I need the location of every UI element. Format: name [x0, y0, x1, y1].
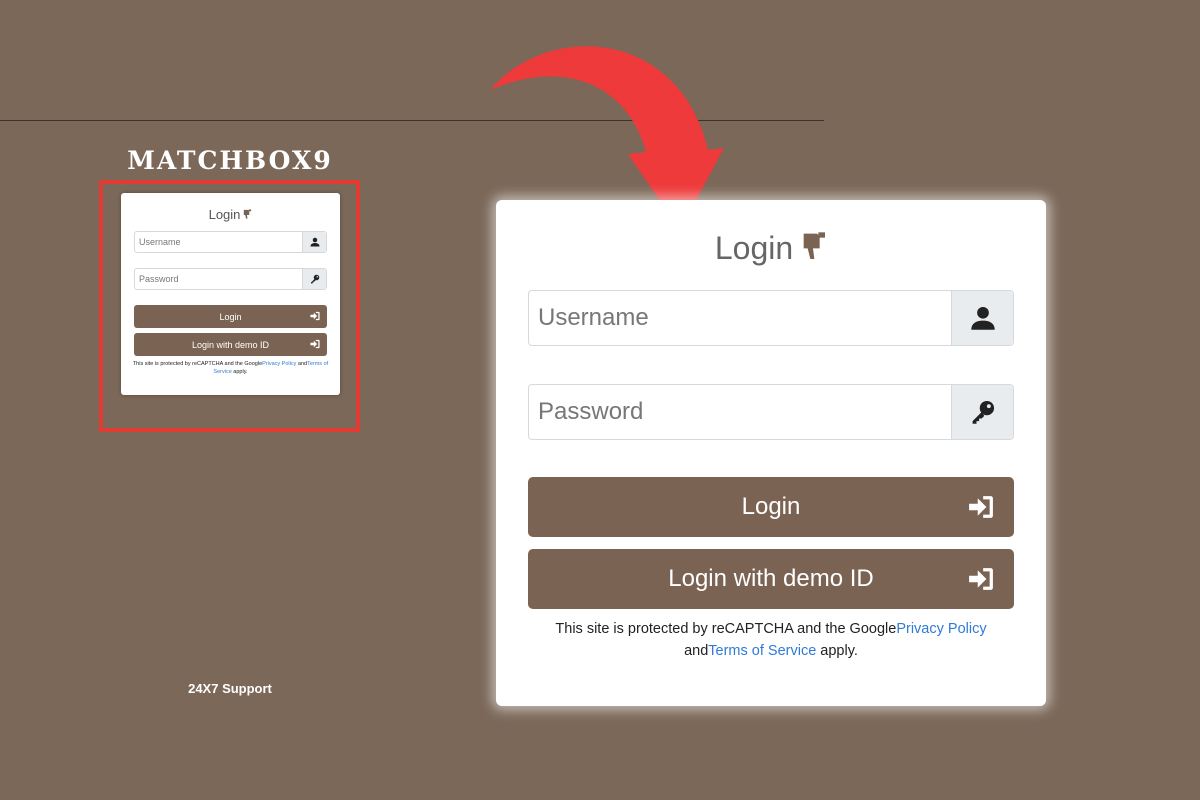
mini-username-addon — [302, 232, 326, 252]
login-title: Login — [496, 230, 1046, 267]
mini-login-button-label: Login — [219, 311, 242, 322]
mini-login-button[interactable]: Login — [134, 305, 327, 328]
mini-username-placeholder: Username — [139, 237, 181, 247]
username-addon — [951, 291, 1013, 345]
thumbs-down-icon — [803, 232, 826, 259]
sign-in-icon — [969, 568, 993, 590]
password-placeholder: Password — [538, 398, 644, 425]
and-text: and — [684, 643, 709, 659]
recaptcha-text: This site is protected by reCAPTCHA and … — [555, 621, 897, 637]
login-card: Login Username Password Login Login with… — [496, 200, 1046, 706]
mini-recaptcha-notice: This site is protected by reCAPTCHA and … — [131, 360, 330, 376]
mini-password-placeholder: Password — [139, 274, 179, 284]
sign-in-icon — [310, 339, 320, 349]
user-icon — [310, 237, 319, 247]
recaptcha-notice: This site is protected by reCAPTCHA and … — [526, 618, 1016, 662]
brand-logo: MATCHBOX9 — [127, 146, 333, 175]
login-title-text: Login — [714, 230, 794, 266]
support-text: 24X7 Support — [188, 681, 272, 696]
demo-login-button[interactable]: Login with demo ID — [528, 549, 1014, 609]
mini-password-addon — [302, 269, 326, 289]
mini-apply-text: apply. — [231, 369, 248, 375]
key-icon — [310, 274, 319, 284]
username-placeholder: Username — [538, 304, 649, 331]
privacy-policy-link[interactable]: Privacy Policy — [896, 621, 986, 637]
username-input[interactable]: Username — [528, 290, 1014, 346]
password-input[interactable]: Password — [528, 384, 1014, 440]
mini-privacy-link[interactable]: Privacy Policy — [262, 361, 296, 367]
thumbs-down-icon — [244, 209, 252, 219]
mini-login-title-text: Login — [208, 207, 241, 222]
mini-password-input[interactable]: Password — [134, 268, 327, 290]
mini-recaptcha-text: This site is protected by reCAPTCHA and … — [132, 361, 263, 367]
mini-demo-login-button[interactable]: Login with demo ID — [134, 333, 327, 356]
mini-and-text: and — [296, 361, 308, 367]
sign-in-icon — [310, 311, 320, 321]
mini-demo-button-label: Login with demo ID — [191, 339, 270, 350]
key-icon — [972, 400, 994, 424]
demo-button-label: Login with demo ID — [668, 565, 874, 592]
login-button[interactable]: Login — [528, 477, 1014, 537]
terms-of-service-link[interactable]: Terms of Service — [708, 643, 816, 659]
mini-login-title: Login — [121, 207, 340, 222]
password-addon — [951, 385, 1013, 439]
login-button-label: Login — [741, 493, 801, 520]
mini-login-card: Login Username Password Login Login with… — [121, 193, 340, 395]
user-icon — [970, 306, 995, 330]
sign-in-icon — [969, 496, 993, 518]
mini-username-input[interactable]: Username — [134, 231, 327, 253]
apply-text: apply. — [816, 643, 858, 659]
